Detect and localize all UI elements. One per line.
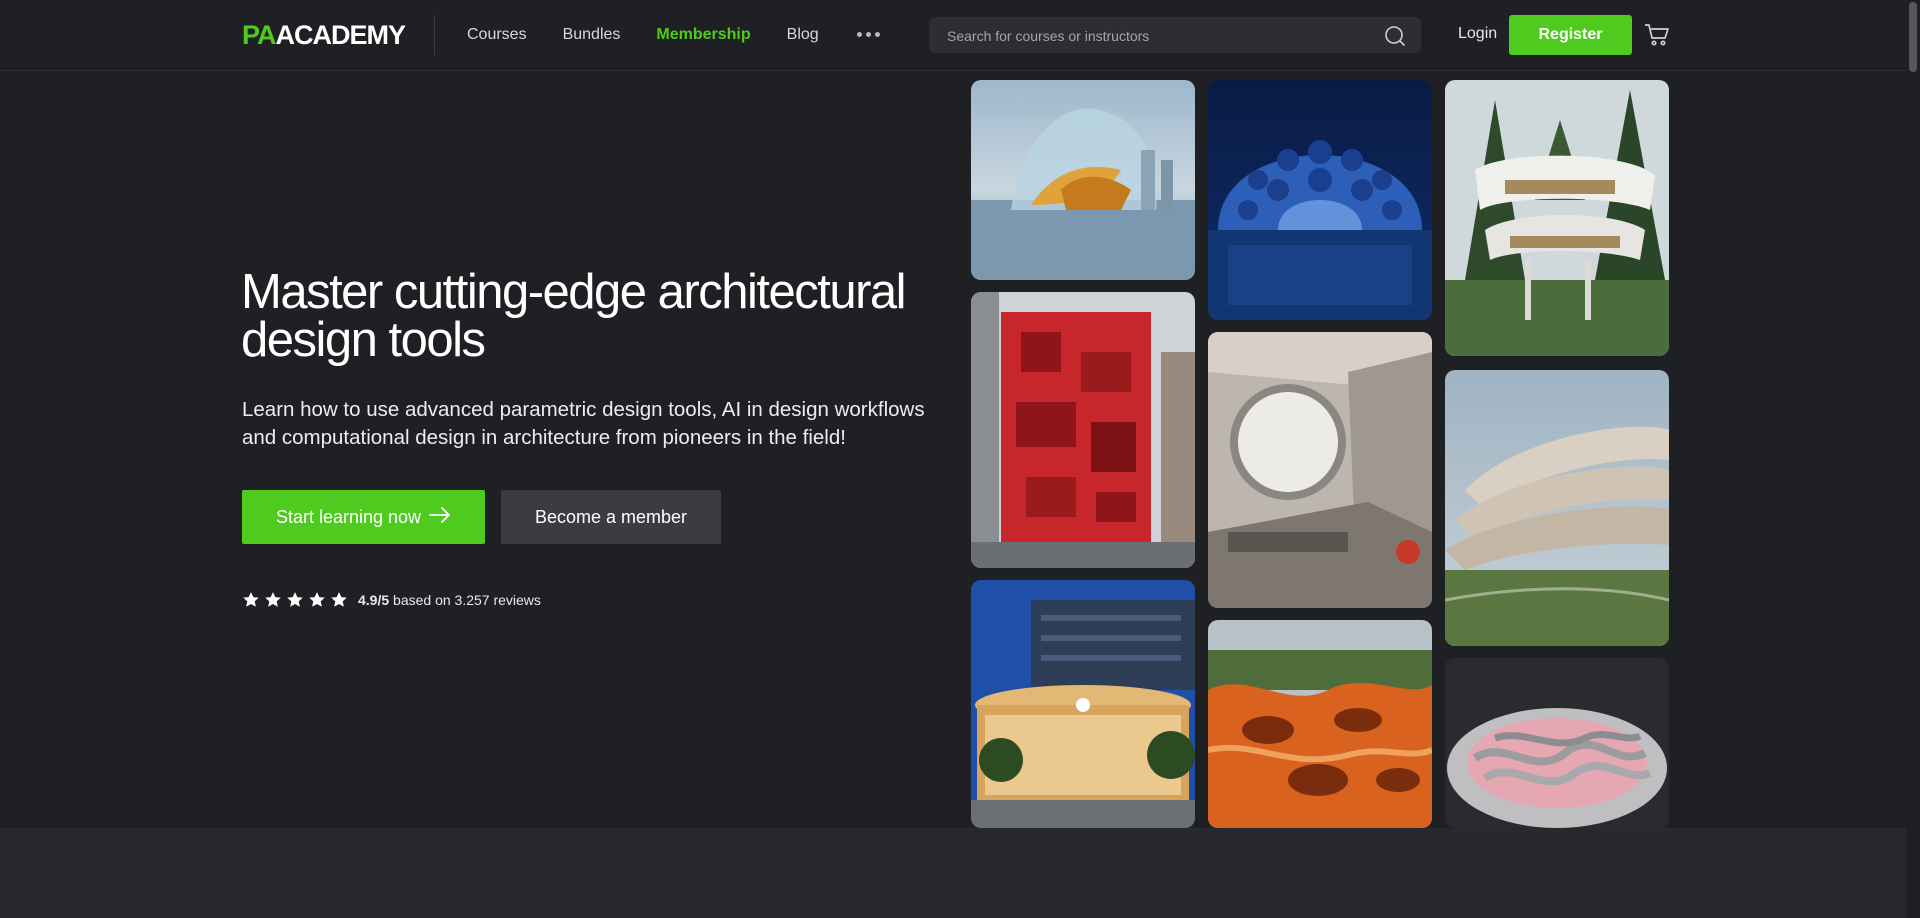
nav-membership[interactable]: Membership	[656, 26, 750, 44]
start-learning-button[interactable]: Start learning now	[242, 490, 485, 544]
rating-summary: 4.9/5 based on 3.257 reviews	[358, 592, 541, 608]
main-nav: Courses Bundles Membership Blog	[467, 0, 855, 70]
hero-title-line2: design tools	[241, 313, 486, 367]
scrollbar[interactable]	[1906, 0, 1920, 918]
star-icon	[265, 592, 281, 607]
nav-courses[interactable]: Courses	[467, 26, 527, 44]
search-input[interactable]	[945, 17, 1379, 55]
page-footer-band	[0, 828, 1920, 918]
gallery-image-glass-rotunda-store[interactable]	[971, 580, 1195, 828]
site-header: PAACADEMY Courses Bundles Membership Blo…	[0, 0, 1920, 71]
search-bar	[929, 17, 1421, 55]
become-member-button[interactable]: Become a member	[501, 490, 721, 544]
start-learning-label: Start learning now	[275, 506, 422, 527]
gallery-image-layered-sculpture[interactable]	[1445, 658, 1669, 828]
gallery-image-curved-terraces[interactable]	[1445, 370, 1669, 646]
gallery-image-treehouse-villa[interactable]	[1445, 80, 1669, 356]
gallery-image-orange-playscape[interactable]	[1208, 620, 1432, 828]
image-gallery	[971, 80, 1671, 828]
rating-value: 4.9/5	[358, 592, 390, 608]
nav-bundles[interactable]: Bundles	[563, 26, 621, 44]
gallery-image-blue-dome[interactable]	[1208, 80, 1432, 320]
more-menu-icon[interactable]	[857, 26, 880, 37]
logo-academy: ACADEMY	[275, 20, 407, 50]
hero-subtitle: Learn how to use advanced parametric des…	[242, 396, 932, 452]
star-icon	[287, 592, 303, 607]
logo-pa: PA	[242, 20, 277, 50]
hero-title: Master cutting-edge architectural design…	[241, 265, 941, 367]
gallery-image-futuristic-interior[interactable]	[1208, 332, 1432, 608]
header-divider	[434, 15, 435, 55]
rating-stars	[242, 591, 348, 609]
gallery-image-red-cube-tower[interactable]	[971, 292, 1195, 568]
star-icon	[309, 592, 325, 607]
hero-subtitle-line2: and computational design in architecture…	[242, 426, 846, 449]
arrow-right-icon	[429, 506, 451, 528]
register-button[interactable]: Register	[1509, 15, 1632, 55]
star-icon	[243, 592, 259, 607]
cart-icon[interactable]	[1644, 23, 1670, 52]
hero-title-line1: Master cutting-edge architectural	[241, 265, 907, 319]
star-icon	[331, 592, 347, 607]
rating: 4.9/5 based on 3.257 reviews	[242, 591, 541, 609]
search-icon[interactable]	[1383, 24, 1407, 53]
scrollbar-thumb[interactable]	[1909, 2, 1917, 72]
gallery-image-glass-pavilion[interactable]	[971, 80, 1195, 280]
nav-blog[interactable]: Blog	[787, 26, 819, 44]
logo[interactable]: PAACADEMY	[242, 20, 407, 51]
login-link[interactable]: Login	[1458, 25, 1497, 43]
hero-subtitle-line1: Learn how to use advanced parametric des…	[242, 398, 925, 421]
rating-count: based on 3.257 reviews	[393, 592, 541, 608]
